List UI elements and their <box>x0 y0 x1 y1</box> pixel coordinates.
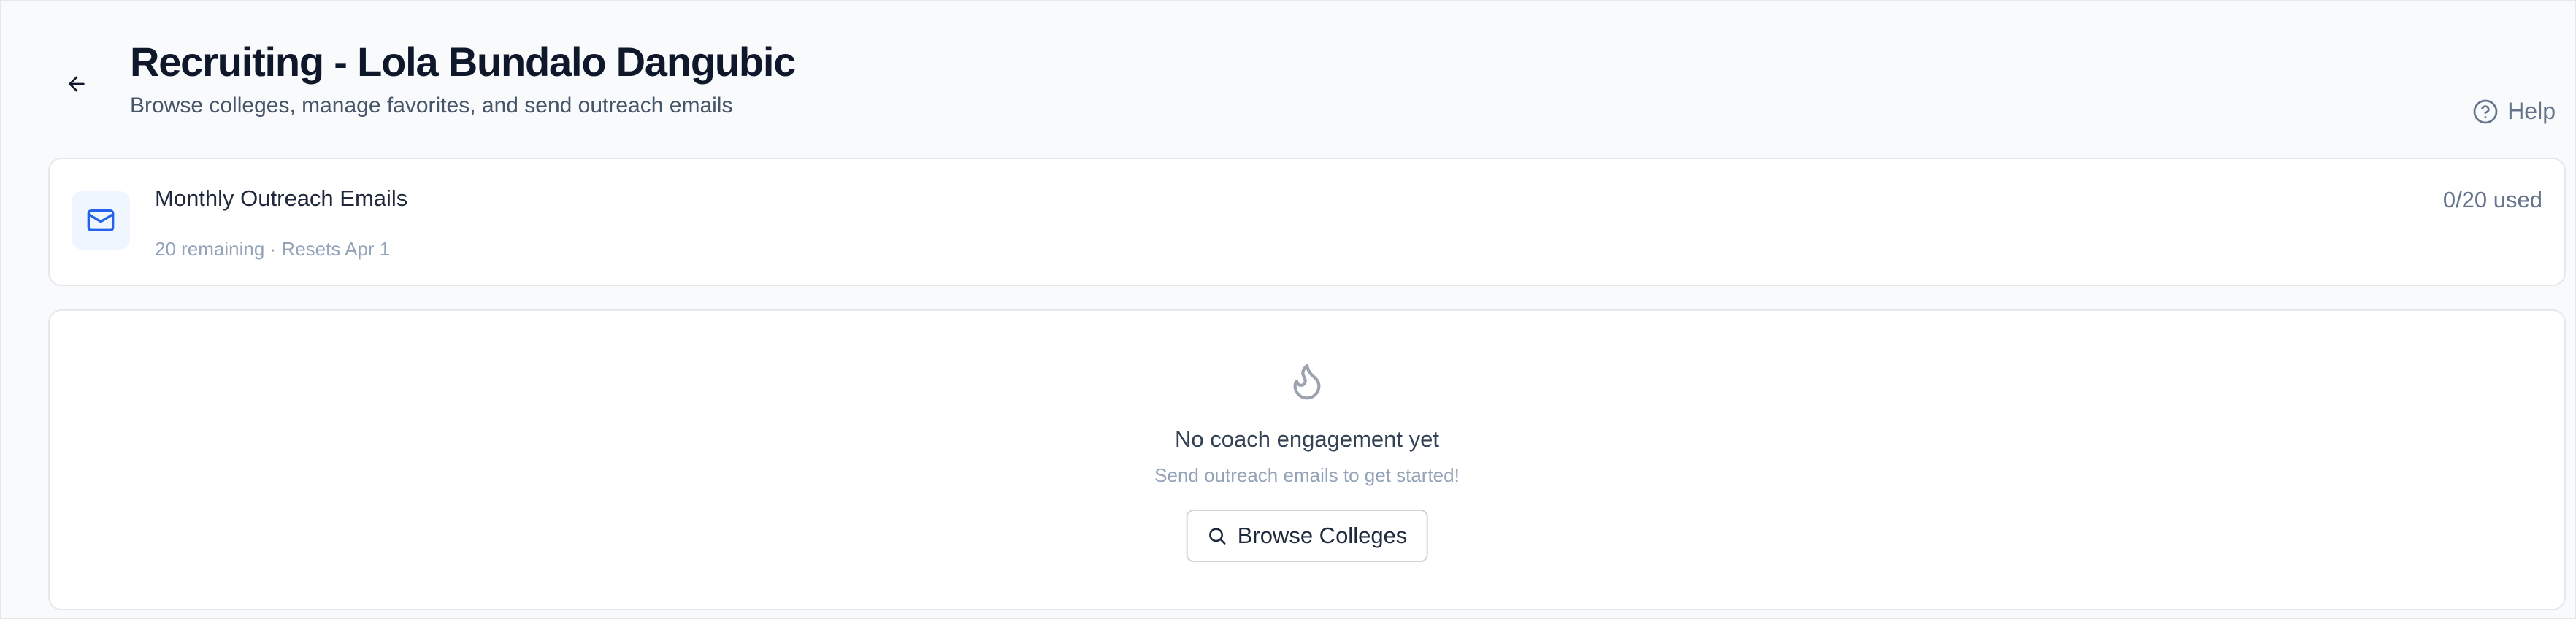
mail-icon <box>87 209 115 231</box>
page-title: Recruiting - Lola Bundalo Dangubic <box>130 39 796 85</box>
flame-icon <box>1293 364 1321 400</box>
question-circle-icon <box>2473 99 2498 123</box>
mail-icon-container <box>72 191 130 250</box>
empty-state-title: No coach engagement yet <box>1175 426 1439 452</box>
outreach-title: Monthly Outreach Emails <box>155 185 408 211</box>
outreach-remaining: 20 remaining · Resets Apr 1 <box>155 238 391 260</box>
browse-colleges-label: Browse Colleges <box>1237 523 1408 548</box>
browse-colleges-button[interactable]: Browse Colleges <box>1186 510 1428 562</box>
arrow-left-icon <box>69 76 85 92</box>
coach-engagement-card: No coach engagement yet Send outreach em… <box>48 310 2566 610</box>
empty-state-subtitle: Send outreach emails to get started! <box>1154 464 1460 486</box>
outreach-quota-card: Monthly Outreach Emails 20 remaining · R… <box>48 158 2566 286</box>
search-icon <box>1209 528 1226 545</box>
empty-state: No coach engagement yet Send outreach em… <box>50 311 2564 609</box>
page-subtitle: Browse colleges, manage favorites, and s… <box>130 93 733 118</box>
back-button[interactable] <box>55 63 98 105</box>
help-button[interactable]: Help <box>2472 98 2556 125</box>
help-label: Help <box>2507 98 2556 124</box>
usage-count: 0/20 used <box>2442 187 2542 212</box>
